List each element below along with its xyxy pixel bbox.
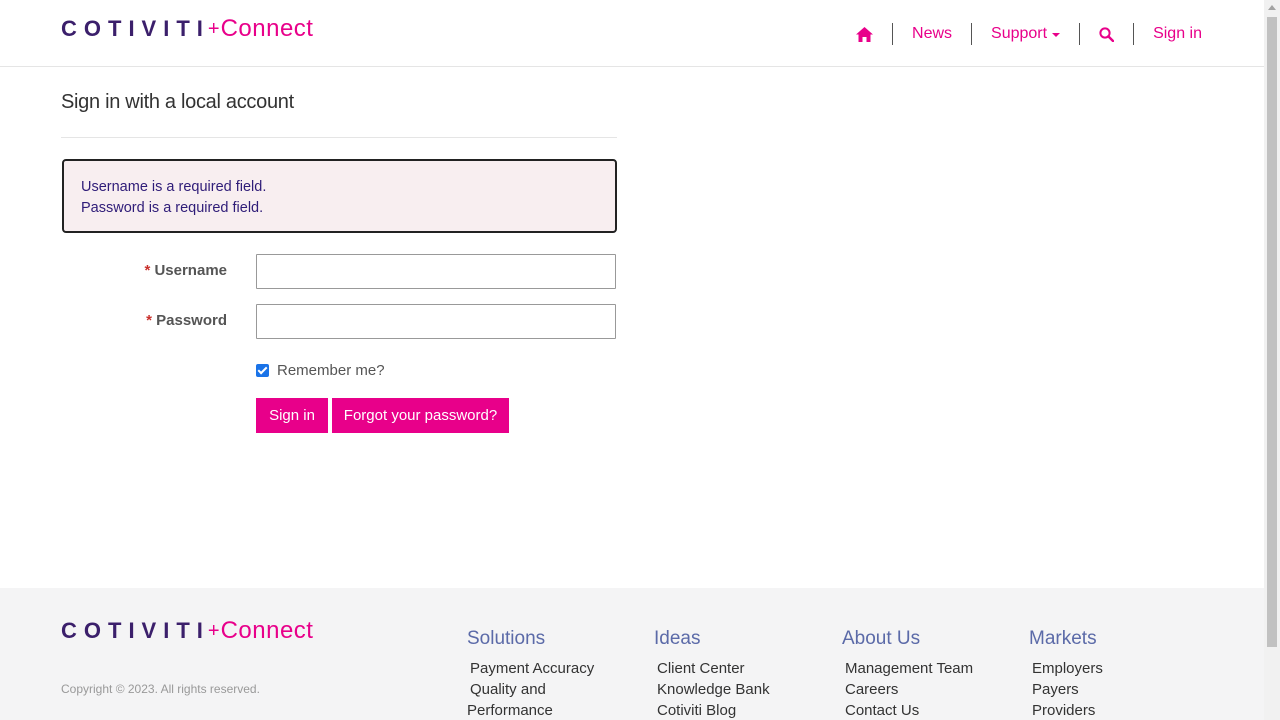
nav-sign-in[interactable]: Sign in [1134,23,1202,45]
nav-home[interactable] [837,23,892,45]
footer-link[interactable]: Quality and [467,679,637,700]
footer-column-about-us: About Us Management Team Careers Contact… [842,628,1012,720]
page-title: Sign in with a local account [61,91,294,113]
logo-connect: Connect [220,15,314,42]
logo-plus: + [207,17,220,40]
username-label-text: Username [154,262,227,279]
vertical-scrollbar[interactable] [1264,0,1280,720]
page: COTIVITI + Connect News Support Sign in … [0,0,1264,720]
forgot-password-button[interactable]: Forgot your password? [332,398,509,433]
footer-column-markets: Markets Employers Payers Providers [1029,628,1199,720]
footer-link[interactable]: Providers [1029,700,1199,720]
main-nav: News Support Sign in [837,21,1202,47]
footer-link[interactable]: Contact Us [842,700,1012,720]
username-label: * Username [57,262,227,279]
password-label-text: Password [156,312,227,329]
nav-search[interactable] [1080,23,1133,45]
footer-link[interactable]: Client Center [654,658,824,679]
copyright-notice: Copyright © 2023. All rights reserved. [61,682,260,696]
chevron-down-icon [1052,33,1061,37]
nav-news[interactable]: News [893,23,971,45]
logo-connect: Connect [220,617,314,644]
required-marker: * [144,262,151,279]
search-icon [1099,26,1115,42]
error-username-required: Username is a required field. [81,179,267,195]
validation-error-summary: Username is a required field. Password i… [62,159,617,233]
password-field[interactable] [256,304,616,339]
remember-me-checkbox[interactable] [256,364,269,377]
footer-column-solutions: Solutions Payment Accuracy Quality and P… [467,628,637,720]
nav-support-dropdown[interactable]: Support [972,23,1079,45]
footer-column-title: Solutions [467,628,546,649]
remember-me[interactable]: Remember me? [256,362,385,379]
site-footer: COTIVITI + Connect Copyright © 2023. All… [0,588,1264,720]
logo-plus: + [207,619,220,642]
sign-in-button[interactable]: Sign in [256,398,328,433]
site-header: COTIVITI + Connect News Support Sign in [0,0,1264,67]
scrollbar-thumb[interactable] [1267,17,1277,647]
username-field[interactable] [256,254,616,289]
footer-link[interactable]: Payment Accuracy [467,658,637,679]
title-divider [61,137,617,138]
footer-column-title: Markets [1029,628,1097,649]
footer-link[interactable]: Performance [467,700,637,720]
logo-wordmark: COTIVITI [61,618,210,643]
nav-support-label: Support [991,25,1048,42]
remember-me-label: Remember me? [277,362,385,379]
required-marker: * [146,312,152,329]
footer-column-title: Ideas [654,628,701,649]
cotiviti-connect-logo[interactable]: COTIVITI + Connect [61,14,313,44]
footer-link[interactable]: Employers [1029,658,1199,679]
footer-link[interactable]: Cotiviti Blog [654,700,824,720]
footer-link[interactable]: Knowledge Bank [654,679,824,700]
logo-wordmark: COTIVITI [61,16,210,41]
password-label: * Password [57,312,227,329]
footer-link[interactable]: Payers [1029,679,1199,700]
footer-link[interactable]: Careers [842,679,1012,700]
footer-cotiviti-connect-logo[interactable]: COTIVITI + Connect [61,616,313,646]
footer-column-title: About Us [842,628,921,649]
home-icon [856,26,874,42]
scroll-up-arrow-icon[interactable] [1268,5,1276,10]
footer-link[interactable]: Management Team [842,658,1012,679]
footer-column-ideas: Ideas Client Center Knowledge Bank Cotiv… [654,628,824,720]
error-password-required: Password is a required field. [81,200,264,216]
